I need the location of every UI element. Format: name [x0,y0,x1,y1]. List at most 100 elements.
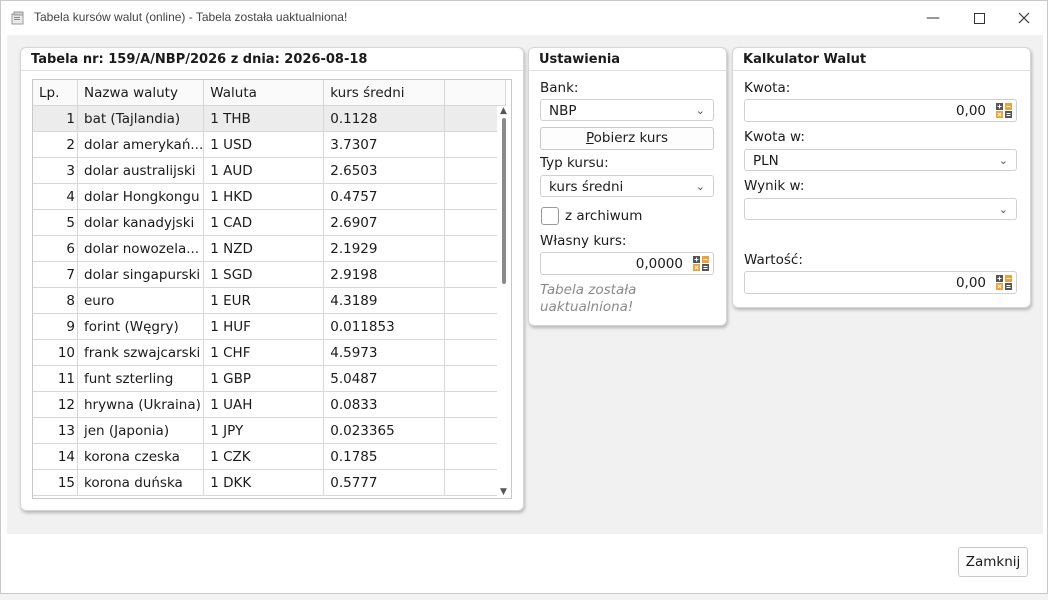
cell-lp[interactable]: 1 [33,105,78,132]
maximize-button[interactable] [956,1,1002,35]
cell-currency-name[interactable]: dolar singapurski [77,261,205,288]
amount-in-select[interactable]: PLN ⌄ [744,149,1017,171]
amount-input[interactable]: 0,00 [744,99,1017,122]
cell-currency-code[interactable]: 1 CZK [203,443,325,470]
cell-currency-code[interactable]: 1 DKK [203,469,325,496]
cell-avg-rate[interactable]: 4.3189 [323,287,446,314]
scroll-down-icon[interactable]: ▼ [500,487,507,497]
column-header-lp[interactable]: Lp. [33,80,78,106]
close-window-button[interactable] [1001,1,1047,35]
cell-currency-code[interactable]: 1 CAD [203,209,325,236]
fetch-rate-button[interactable]: Pobierz kurs [540,127,714,150]
table-row[interactable]: 5 dolar kanadyjski 1 CAD 2.6907 [33,209,507,236]
archive-checkbox[interactable] [541,207,559,225]
cell-lp[interactable]: 12 [33,391,78,418]
table-row[interactable]: 7 dolar singapurski 1 SGD 2.9198 [33,261,507,288]
cell-currency-code[interactable]: 1 GBP [203,365,325,392]
cell-currency-code[interactable]: 1 UAH [203,391,325,418]
cell-lp[interactable]: 10 [33,339,78,366]
cell-currency-code[interactable]: 1 USD [203,131,325,158]
cell-currency-code[interactable]: 1 HKD [203,183,325,210]
cell-currency-name[interactable]: korona duńska [77,469,205,496]
cell-avg-rate[interactable]: 5.0487 [323,365,446,392]
table-row[interactable]: 9 forint (Węgry) 1 HUF 0.011853 [33,313,507,340]
cell-avg-rate[interactable]: 2.9198 [323,261,446,288]
close-button[interactable]: Zamknij [958,547,1028,577]
cell-lp[interactable]: 15 [33,469,78,496]
value-output[interactable]: 0,00 [744,271,1017,294]
rates-grid[interactable]: Lp. Nazwa waluty Waluta kurs średni 1 bat… [32,79,512,499]
table-row[interactable]: 15 korona duńska 1 DKK 0.5777 [33,469,507,496]
cell-lp[interactable]: 13 [33,417,78,444]
cell-avg-rate[interactable]: 0.1785 [323,443,446,470]
cell-currency-name[interactable]: dolar Hongkongu [77,183,205,210]
cell-avg-rate[interactable]: 0.011853 [323,313,446,340]
cell-currency-code[interactable]: 1 CHF [203,339,325,366]
cell-currency-name[interactable]: bat (Tajlandia) [77,105,205,132]
cell-avg-rate[interactable]: 0.1128 [323,105,446,132]
cell-avg-rate[interactable]: 4.5973 [323,339,446,366]
cell-currency-code[interactable]: 1 THB [203,105,325,132]
cell-avg-rate[interactable]: 0.4757 [323,183,446,210]
column-header-name[interactable]: Nazwa waluty [77,80,205,106]
table-row[interactable]: 8 euro 1 EUR 4.3189 [33,287,507,314]
table-row[interactable]: 13 jen (Japonia) 1 JPY 0.023365 [33,417,507,444]
cell-currency-name[interactable]: dolar australijski [77,157,205,184]
cell-currency-name[interactable]: frank szwajcarski [77,339,205,366]
cell-lp[interactable]: 7 [33,261,78,288]
cell-avg-rate[interactable]: 0.0833 [323,391,446,418]
table-row[interactable]: 2 dolar amerykań... 1 USD 3.7307 [33,131,507,158]
table-row[interactable]: 6 dolar nowozela... 1 NZD 2.1929 [33,235,507,262]
cell-avg-rate[interactable]: 2.6907 [323,209,446,236]
table-row[interactable]: 12 hrywna (Ukraina) 1 UAH 0.0833 [33,391,507,418]
cell-avg-rate[interactable]: 0.023365 [323,417,446,444]
cell-lp[interactable]: 9 [33,313,78,340]
cell-currency-name[interactable]: dolar kanadyjski [77,209,205,236]
column-header-avg-rate[interactable]: kurs średni [323,80,446,106]
bank-select[interactable]: NBP ⌄ [540,99,714,121]
cell-lp[interactable]: 2 [33,131,78,158]
cell-lp[interactable]: 11 [33,365,78,392]
table-row[interactable]: 4 dolar Hongkongu 1 HKD 0.4757 [33,183,507,210]
table-row[interactable]: 3 dolar australijski 1 AUD 2.6503 [33,157,507,184]
cell-currency-name[interactable]: forint (Węgry) [77,313,205,340]
cell-currency-name[interactable]: euro [77,287,205,314]
cell-currency-code[interactable]: 1 SGD [203,261,325,288]
cell-currency-code[interactable]: 1 JPY [203,417,325,444]
cell-currency-code[interactable]: 1 AUD [203,157,325,184]
cell-currency-name[interactable]: korona czeska [77,443,205,470]
cell-lp[interactable]: 3 [33,157,78,184]
cell-currency-name[interactable]: jen (Japonia) [77,417,205,444]
scrollbar-thumb[interactable] [502,118,506,284]
archive-label[interactable]: z archiwum [565,208,642,224]
result-in-select[interactable]: ⌄ [744,198,1017,220]
cell-lp[interactable]: 14 [33,443,78,470]
cell-currency-name[interactable]: dolar nowozela... [77,235,205,262]
cell-avg-rate[interactable]: 2.1929 [323,235,446,262]
cell-avg-rate[interactable]: 3.7307 [323,131,446,158]
cell-lp[interactable]: 4 [33,183,78,210]
table-row[interactable]: 1 bat (Tajlandia) 1 THB 0.1128 [33,105,507,132]
cell-lp[interactable]: 6 [33,235,78,262]
rate-type-select[interactable]: kurs średni ⌄ [540,175,714,197]
cell-avg-rate[interactable]: 0.5777 [323,469,446,496]
cell-currency-code[interactable]: 1 EUR [203,287,325,314]
calculator-icon[interactable] [693,256,709,271]
own-rate-input[interactable]: 0,0000 [540,252,714,275]
calculator-icon[interactable] [996,275,1012,290]
cell-lp[interactable]: 8 [33,287,78,314]
cell-currency-name[interactable]: hrywna (Ukraina) [77,391,205,418]
vertical-scrollbar[interactable]: ▲ ▼ [497,106,511,498]
scroll-up-icon[interactable]: ▲ [500,106,507,116]
calculator-icon[interactable] [996,103,1012,118]
table-row[interactable]: 10 frank szwajcarski 1 CHF 4.5973 [33,339,507,366]
column-header-currency[interactable]: Waluta [203,80,325,106]
cell-currency-name[interactable]: dolar amerykań... [77,131,205,158]
table-row[interactable]: 14 korona czeska 1 CZK 0.1785 [33,443,507,470]
table-row[interactable]: 11 funt szterling 1 GBP 5.0487 [33,365,507,392]
minimize-button[interactable]: — [910,1,956,35]
cell-currency-code[interactable]: 1 NZD [203,235,325,262]
cell-lp[interactable]: 5 [33,209,78,236]
cell-avg-rate[interactable]: 2.6503 [323,157,446,184]
cell-currency-code[interactable]: 1 HUF [203,313,325,340]
